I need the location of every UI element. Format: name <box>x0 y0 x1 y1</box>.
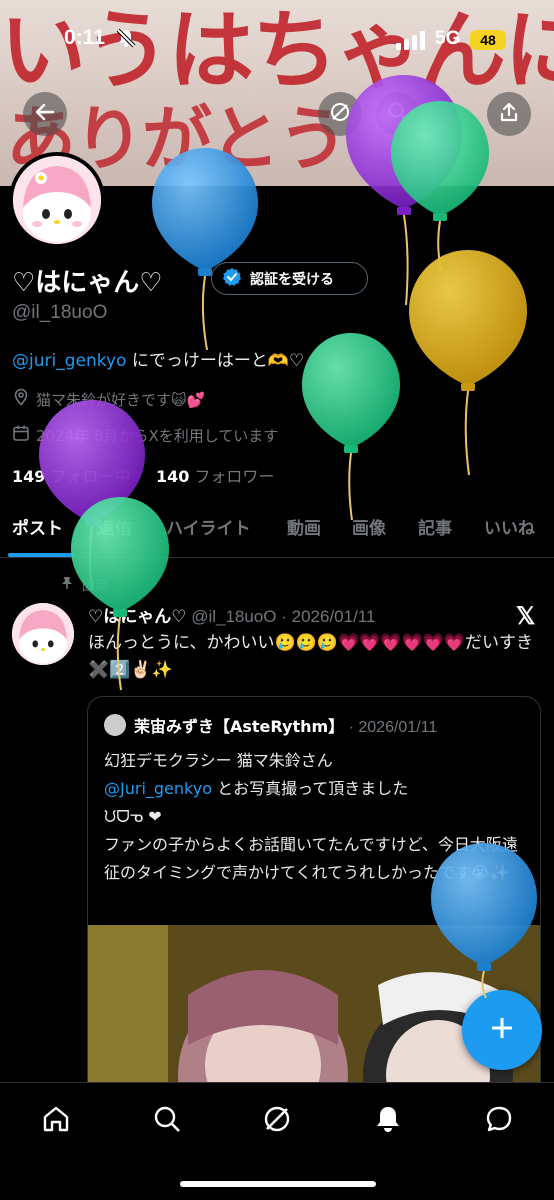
post-avatar[interactable] <box>12 603 74 665</box>
location-icon <box>12 388 30 410</box>
share-icon <box>498 101 520 127</box>
quoted-line4: ファンの子からよくお話聞いてたんですけど、今日大阪遠征のタイミングで声かけてくれ… <box>104 835 518 882</box>
followers-link[interactable]: 140 フォロワー <box>156 467 275 486</box>
location-text: 猫マ朱鈴が好きです🙀💕 <box>36 390 206 409</box>
nav-messages[interactable] <box>481 1103 517 1139</box>
profile-bio: @juri_genkyo にでっけーはーと🫶♡ <box>12 346 304 371</box>
quoted-date: · 2026/01/11 <box>344 719 438 736</box>
profile-joined: 2024年 8月からXを利用しています <box>12 424 278 446</box>
quoted-line3: ᙀᗜᓀ ❤ <box>104 807 162 826</box>
quoted-line2: とお写真撮って頂きました <box>211 779 409 798</box>
battery-indicator: 48 <box>470 30 506 50</box>
home-icon <box>41 1104 71 1138</box>
network-type: 5G <box>435 28 461 49</box>
back-button[interactable] <box>23 92 67 136</box>
quoted-post-text: 幻狂デモクラシー 猫マ朱鈴さん @Juri_genkyo とお写真撮って頂きまし… <box>104 747 528 887</box>
search-button[interactable] <box>376 92 420 136</box>
nav-home[interactable] <box>38 1103 74 1139</box>
following-link[interactable]: 149 フォロー中 <box>12 467 131 486</box>
profile-name: ♡はにゃん♡ <box>12 268 163 298</box>
active-tab-indicator <box>8 553 74 557</box>
tab-likes[interactable]: いいね <box>484 514 535 539</box>
tab-articles[interactable]: 記事 <box>418 514 452 539</box>
tab-videos[interactable]: 動画 <box>287 514 321 539</box>
verified-badge-icon <box>222 267 242 291</box>
get-verified-label: 認証を受ける <box>250 271 334 288</box>
pinned-indicator: 固定 <box>60 575 108 594</box>
status-bar: 0:11 5G 48 <box>0 0 554 80</box>
followers-count: 140 <box>155 467 190 486</box>
tab-replies[interactable]: 返信 <box>98 514 132 539</box>
my-melody-avatar-art <box>12 603 74 665</box>
quoted-author-name: 茉宙みずき【AsteRythm】 <box>134 717 345 736</box>
quoted-author-avatar <box>104 714 126 736</box>
follow-stats: 149 フォロー中 140 フォロワー <box>12 463 274 487</box>
bio-mention-link[interactable]: @juri_genkyo <box>12 351 126 371</box>
grok-nav-icon <box>262 1104 292 1138</box>
tab-highlights[interactable]: ハイライト <box>166 514 251 539</box>
get-verified-button[interactable]: 認証を受ける <box>211 262 368 295</box>
post-text: ほんっとうに、かわいい🥲🥲🥲💗💗💗💗💗💗だいすき✖️2️⃣✌🏻✨ <box>88 633 533 680</box>
profile-handle: @il_18uoO <box>12 302 108 323</box>
status-time: 0:11 <box>64 26 105 49</box>
cellular-signal-icon <box>396 30 426 50</box>
quoted-line1: 幻狂デモクラシー 猫マ朱鈴さん <box>104 751 333 770</box>
profile-location: 猫マ朱鈴が好きです🙀💕 <box>12 388 205 410</box>
following-count: 149 <box>12 467 46 486</box>
pinned-label: 固定 <box>82 579 109 594</box>
my-melody-avatar-art <box>13 156 101 244</box>
grok-button[interactable] <box>318 92 362 136</box>
post-header: ♡はにゃん♡ @il_18uoO · 2026/01/11 <box>88 602 375 627</box>
balloon-green-2 <box>302 333 400 521</box>
back-arrow-icon <box>34 101 56 127</box>
messages-icon <box>484 1104 514 1138</box>
grok-icon <box>329 101 351 127</box>
followers-label: フォロワー <box>189 467 275 486</box>
quoted-mention-link[interactable]: @Juri_genkyo <box>104 779 212 798</box>
post-author-name[interactable]: ♡はにゃん♡ <box>88 607 186 627</box>
x-logo-icon: 𝕏 <box>516 603 536 630</box>
compose-plus-icon <box>488 1014 516 1046</box>
joined-text: 2024年 8月からXを利用しています <box>36 426 279 445</box>
quoted-post-header: 茉宙みずき【AsteRythm】 · 2026/01/11 <box>104 713 437 737</box>
bio-text: にでっけーはーと🫶♡ <box>126 351 305 371</box>
nav-explore[interactable] <box>149 1103 185 1139</box>
calendar-icon <box>12 424 30 446</box>
tab-images[interactable]: 画像 <box>352 514 386 539</box>
nav-grok[interactable] <box>259 1103 295 1139</box>
post-handle-date: @il_18uoO · 2026/01/11 <box>186 607 376 626</box>
bell-off-icon <box>116 28 136 52</box>
compose-post-button[interactable] <box>462 990 542 1070</box>
search-icon <box>387 101 409 127</box>
notifications-icon <box>373 1104 403 1138</box>
tab-posts[interactable]: ポスト <box>12 514 63 539</box>
share-button[interactable] <box>487 92 531 136</box>
balloon-gold-1 <box>409 250 527 476</box>
explore-icon <box>152 1104 182 1138</box>
pin-icon <box>60 576 74 594</box>
nav-notifications[interactable] <box>370 1103 406 1139</box>
following-label: フォロー中 <box>45 467 131 486</box>
profile-avatar[interactable] <box>9 152 105 248</box>
home-indicator <box>180 1181 376 1187</box>
profile-tabs: ポスト 返信 ハイライト 動画 画像 記事 いいね <box>0 506 554 558</box>
